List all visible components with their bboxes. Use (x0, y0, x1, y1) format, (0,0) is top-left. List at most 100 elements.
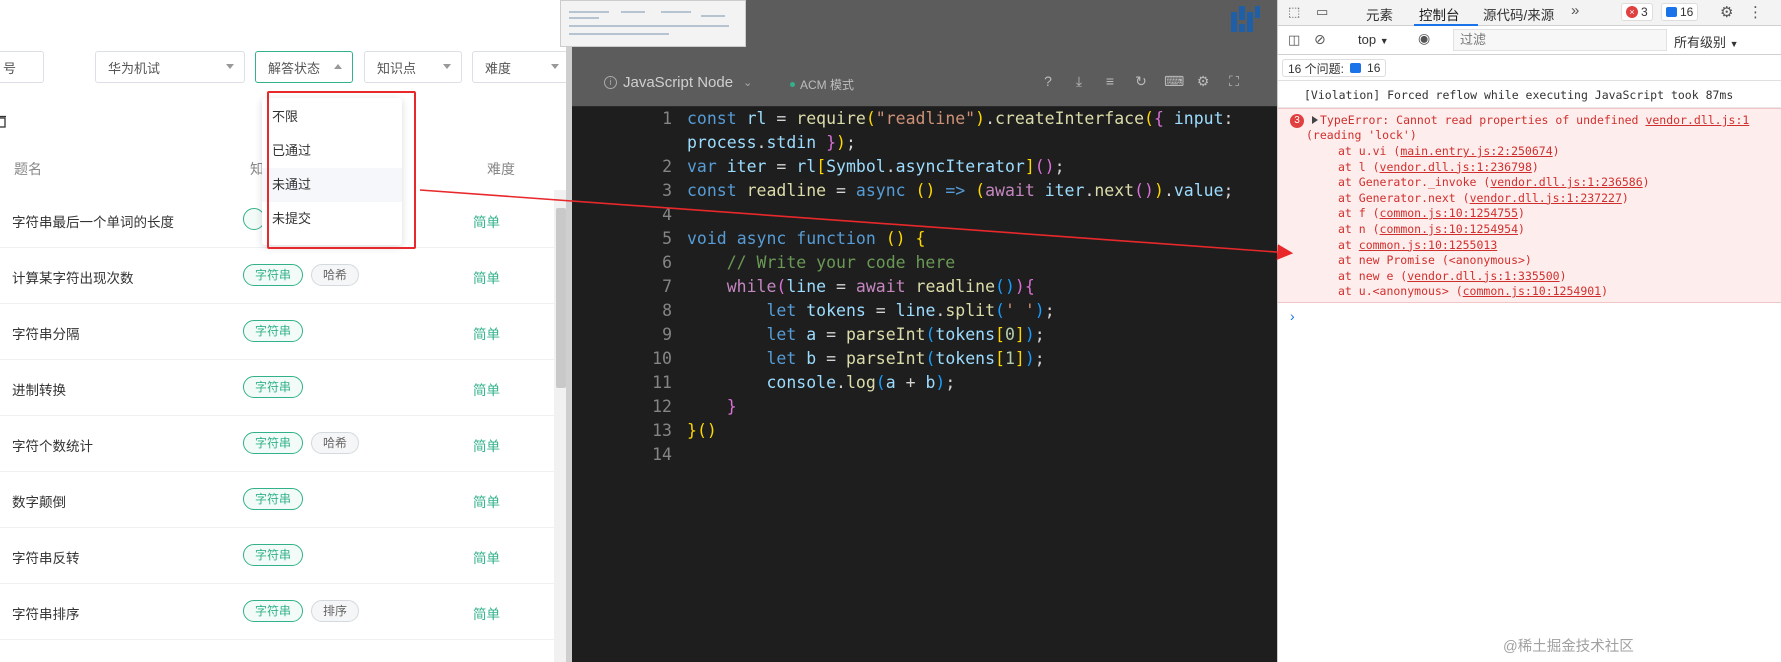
company-filter-select[interactable]: 华为机试 (95, 51, 245, 83)
stack-frame-link[interactable]: vendor.dll.js:1:237227 (1470, 191, 1622, 205)
stack-frame-link[interactable]: vendor.dll.js:1:236798 (1380, 160, 1532, 174)
stack-frame-link[interactable]: vendor.dll.js:1:236586 (1490, 175, 1642, 189)
console-prompt[interactable]: › (1290, 308, 1295, 324)
tab-sources[interactable]: 源代码/来源 (1483, 4, 1554, 24)
issues-button[interactable]: 16 个问题: 16 (1282, 59, 1387, 77)
stack-frame-link[interactable]: vendor.dll.js:1:335500 (1407, 269, 1559, 283)
status-filter-select[interactable]: 解答状态 (255, 51, 353, 83)
table-row[interactable]: 字符串分隔 字符串 简单 (0, 304, 556, 360)
kebab-menu-icon[interactable]: ⋮ (1748, 3, 1763, 21)
stack-frame-link[interactable]: main.entry.js:2:250674 (1400, 144, 1552, 158)
problem-tags: 字符串 (243, 320, 304, 342)
problem-title[interactable]: 字符个数统计 (12, 435, 93, 455)
stack-frame-link[interactable]: common.js:10:1254755 (1380, 206, 1518, 220)
stack-frame: at Generator._invoke (vendor.dll.js:1:23… (1338, 175, 1650, 190)
refresh-icon[interactable]: ↻ (1133, 73, 1149, 89)
tag-badge: 字符串 (243, 544, 304, 566)
context-select[interactable]: top ▼ (1358, 32, 1389, 47)
format-icon[interactable]: ≡ (1102, 73, 1118, 89)
error-source-link[interactable]: vendor.dll.js:1 (1645, 113, 1749, 127)
table-row[interactable]: 字符个数统计 字符串 哈希 简单 (0, 416, 556, 472)
tag-badge: 字符串 (243, 376, 304, 398)
filter-label: 难度 (485, 60, 512, 76)
stack-frame: at Generator.next (vendor.dll.js:1:23722… (1338, 190, 1629, 205)
message-icon (1350, 63, 1362, 73)
problem-tags: 字符串 排序 (243, 600, 360, 622)
caret-down-icon (443, 64, 451, 69)
stack-frame: at n (common.js:10:1254954) (1338, 222, 1525, 236)
help-icon[interactable]: ? (1040, 73, 1056, 89)
line-number: 2 (662, 157, 672, 176)
line-number: 8 (662, 301, 672, 320)
message-count-badge[interactable]: 16 (1661, 3, 1699, 21)
tab-console[interactable]: 控制台 (1419, 4, 1460, 24)
editor-toolbar: i JavaScript Node ⌄ ACM 模式 ? ⤓ ≡ ↻ ⌨ ⚙ ⛶ (572, 47, 1277, 107)
more-tabs-icon[interactable]: » (1571, 2, 1579, 19)
caret-down-icon: ▼ (1729, 39, 1739, 49)
settings-gear-icon[interactable]: ⚙ (1720, 3, 1733, 21)
difficulty-label: 简单 (473, 607, 500, 622)
difficulty-filter-select[interactable]: 难度 (472, 51, 570, 83)
difficulty-label: 简单 (473, 383, 500, 398)
log-levels-select[interactable]: 所有级别 ▼ (1674, 32, 1739, 51)
stack-frame-link[interactable]: common.js:10:1254954 (1380, 222, 1518, 236)
line-number: 1 (662, 109, 672, 128)
chevron-down-icon: ⌄ (743, 77, 753, 89)
topic-filter-select[interactable]: 知识点 (364, 51, 462, 83)
stack-frame-link[interactable]: common.js:10:1255013 (1359, 238, 1497, 252)
problem-title[interactable]: 字符串最后一个单词的长度 (12, 211, 174, 231)
problem-title[interactable]: 字符串排序 (12, 603, 80, 623)
table-row[interactable]: 计算某字符出现次数 字符串 哈希 简单 (0, 248, 556, 304)
problem-tags: 字符串 哈希 (243, 432, 360, 454)
app-logo-icon (1229, 4, 1261, 34)
fullscreen-icon[interactable]: ⛶ (1226, 73, 1242, 89)
problem-title[interactable]: 字符串分隔 (12, 323, 80, 343)
difficulty-label: 简单 (473, 551, 500, 566)
clear-console-icon[interactable]: ⊘ (1314, 31, 1326, 48)
difficulty-label: 简单 (473, 439, 500, 454)
download-icon[interactable]: ⤓ (1071, 73, 1087, 89)
stack-frame: at new e (vendor.dll.js:1:335500) (1338, 268, 1567, 283)
table-row[interactable]: 字符串排序 字符串 排序 简单 (0, 584, 556, 640)
line-number: 5 (662, 229, 672, 248)
problem-title[interactable]: 进制转换 (12, 379, 66, 399)
filter-label: 解答状态 (268, 60, 321, 76)
acm-mode-indicator[interactable]: ACM 模式 (790, 76, 854, 93)
tag-badge: 字符串 (243, 264, 304, 286)
problem-title[interactable]: 数字颠倒 (12, 491, 66, 511)
difficulty-label: 简单 (473, 495, 500, 510)
violation-message: [Violation] Forced reflow while executin… (1278, 82, 1781, 108)
table-row[interactable]: 字符串反转 字符串 简单 (0, 528, 556, 584)
tag-badge: 字符串 (243, 320, 304, 342)
scrollbar-thumb[interactable] (556, 208, 566, 388)
eye-icon[interactable]: ◉ (1418, 30, 1430, 47)
problem-number-filter[interactable]: 号 (0, 51, 44, 83)
error-count-badge[interactable]: × 3 (1621, 3, 1653, 21)
problem-title[interactable]: 计算某字符出现次数 (12, 267, 134, 287)
trash-icon[interactable] (0, 114, 6, 131)
console-filter-input[interactable]: 过滤 (1453, 29, 1667, 51)
levels-label: 所有级别 (1674, 35, 1727, 50)
device-toggle-icon[interactable]: ▭ (1316, 4, 1328, 20)
annotation-highlight-box (267, 91, 416, 249)
line-number: 6 (662, 253, 672, 272)
problem-title[interactable]: 字符串反转 (12, 547, 80, 567)
editor-header-strip (560, 0, 1277, 47)
table-row[interactable]: 数字颠倒 字符串 简单 (0, 472, 556, 528)
language-select[interactable]: i JavaScript Node ⌄ (604, 74, 752, 91)
sidebar-toggle-icon[interactable]: ◫ (1288, 32, 1300, 48)
line-number: 13 (652, 421, 672, 440)
expand-triangle-icon[interactable] (1312, 116, 1318, 124)
error-message-block: 3 TypeError: Cannot read properties of u… (1278, 108, 1781, 303)
difficulty-label: 简单 (473, 327, 500, 342)
keyboard-icon[interactable]: ⌨ (1164, 73, 1184, 89)
message-icon (1666, 7, 1677, 17)
settings-gear-icon[interactable]: ⚙ (1195, 73, 1211, 89)
table-row[interactable]: 进制转换 字符串 简单 (0, 360, 556, 416)
error-title-continued: (reading 'lock') (1306, 128, 1417, 142)
devtools-panel: ⬚ ▭ 元素 控制台 源代码/来源 » × 3 16 ⚙ ⋮ ◫ ⊘ top ▼ … (1277, 0, 1781, 662)
stack-frame-link[interactable]: common.js:10:1254901 (1463, 284, 1601, 298)
inspect-element-icon[interactable]: ⬚ (1288, 4, 1300, 20)
filter-label: 号 (3, 60, 17, 76)
tab-elements[interactable]: 元素 (1366, 4, 1393, 24)
